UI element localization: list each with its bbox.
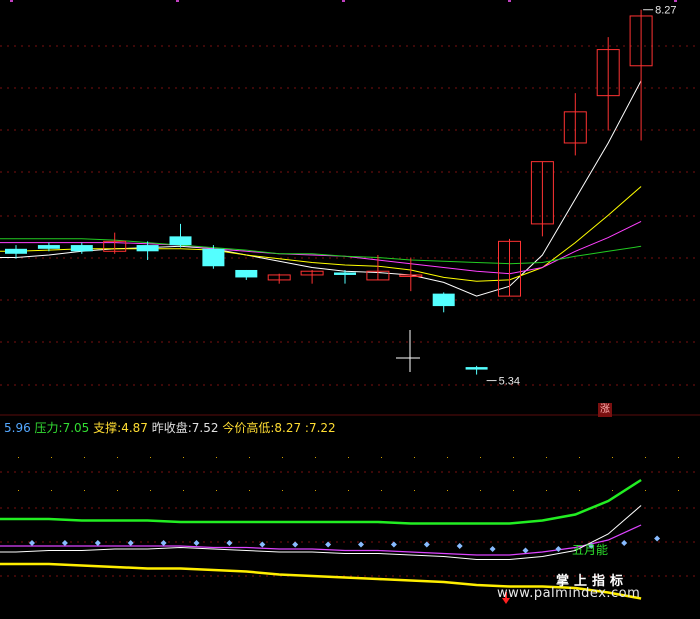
today-hl-label: 今价高低:	[222, 421, 275, 435]
ma-line-white	[0, 80, 642, 297]
indicator-diamond	[226, 540, 233, 546]
pressure-value: 7.05	[62, 421, 90, 435]
indicator-dot-marker	[150, 457, 151, 458]
indicator-dot-marker	[480, 490, 481, 491]
pressure-label: 压力:	[34, 421, 63, 435]
indicator-dot-marker	[513, 457, 514, 458]
indicator-dot-marker	[216, 490, 217, 491]
indicator-dot-marker	[612, 490, 613, 491]
indicator-dot-marker	[579, 490, 580, 491]
indicator-dot-marker	[315, 457, 316, 458]
low-label: 5.34	[499, 376, 520, 388]
indicator-info-bar: 5.96 压力:7.05 支撑:4.87 昨收盘:7.52 今价高低:8.27 …	[4, 419, 336, 436]
indicator-dot-marker	[381, 457, 382, 458]
indicator-diamond	[621, 540, 628, 546]
indicator-dot-marker	[117, 490, 118, 491]
candle-body	[37, 245, 60, 249]
support-value: 4.87	[121, 421, 148, 435]
indicator-dot-marker	[216, 457, 217, 458]
indicator-dot-marker	[51, 490, 52, 491]
indicator-dot-marker	[513, 490, 514, 491]
indicator-dot-marker	[678, 457, 679, 458]
indicator-dot-marker	[546, 490, 547, 491]
indicator-dot-marker	[315, 490, 316, 491]
indicator-dot-marker	[18, 457, 19, 458]
indicator-diamond	[522, 547, 529, 554]
indicator-diamond	[555, 546, 562, 552]
indicator-dot-marker	[645, 490, 646, 491]
indicator-diamond	[61, 540, 68, 546]
indicator-diamond	[292, 541, 299, 548]
limit-up-badge: 涨	[598, 403, 612, 417]
candle-body	[202, 248, 225, 267]
indicator-dot-marker	[480, 457, 481, 458]
candle-body	[235, 269, 258, 278]
indicator-dot-marker	[117, 457, 118, 458]
indicator-dot-marker	[612, 457, 613, 458]
indicator-diamond	[94, 540, 101, 546]
candle-body	[334, 272, 356, 275]
prev-close-label: 昨收盘:	[151, 421, 192, 435]
indicator-diamond	[193, 540, 200, 546]
candle-body	[70, 245, 93, 252]
watermark-url: www.palmindex.com	[497, 586, 641, 601]
indicator-magenta-line	[0, 524, 642, 556]
indicator-dot-marker	[249, 490, 250, 491]
indicator-diamond	[127, 540, 134, 546]
indicator-dot-marker	[84, 490, 85, 491]
indicator-line-label: 五月能	[572, 543, 609, 557]
indicator-dot-marker	[348, 490, 349, 491]
indicator-dot-marker	[18, 490, 19, 491]
indicator-dot-marker	[150, 490, 151, 491]
indicator-dot-marker	[183, 457, 184, 458]
support-label: 支撑:	[93, 421, 122, 435]
indicator-diamond	[456, 543, 463, 549]
candle-body	[169, 236, 192, 246]
today-high-value: 8.27	[274, 421, 302, 435]
kline-chart: 8.27 5.34	[0, 0, 700, 604]
indicator-dot-marker	[579, 457, 580, 458]
indicator-dot-marker	[447, 457, 448, 458]
indicator-diamond	[29, 540, 35, 546]
indicator-upper-band	[0, 478, 642, 525]
indicator-dot-marker	[414, 490, 415, 491]
top-tick	[342, 0, 345, 2]
top-tick	[10, 0, 13, 2]
indicator-diamond	[390, 541, 397, 548]
indicator-dot-marker	[282, 457, 283, 458]
info-first-value: 5.96	[4, 421, 31, 435]
prev-close-value: 7.52	[191, 421, 219, 435]
indicator-dot-marker	[183, 490, 184, 491]
candle-body	[5, 248, 27, 254]
indicator-dot-marker	[348, 457, 349, 458]
top-tick	[176, 0, 179, 2]
today-low-value: 7.22	[308, 421, 336, 435]
indicator-dot-marker	[249, 457, 250, 458]
top-tick	[674, 0, 677, 2]
indicator-dot-marker	[645, 457, 646, 458]
indicator-dot-marker	[414, 457, 415, 458]
candle-body	[432, 293, 455, 307]
high-label: 8.27	[655, 5, 676, 17]
indicator-dot-marker	[447, 490, 448, 491]
candle-body	[465, 367, 488, 370]
indicator-dot-marker	[381, 490, 382, 491]
indicator-diamond	[654, 535, 661, 542]
ma-line-yellow	[0, 186, 642, 282]
indicator-dot-marker	[282, 490, 283, 491]
indicator-diamond	[160, 540, 167, 546]
indicator-dot-marker	[678, 490, 679, 491]
indicator-diamond	[489, 546, 496, 552]
indicator-dot-marker	[51, 457, 52, 458]
indicator-dot-marker	[84, 457, 85, 458]
ma-line-magenta	[0, 220, 642, 275]
indicator-dot-marker	[546, 457, 547, 458]
top-tick	[508, 0, 511, 2]
candle-body	[136, 245, 159, 252]
